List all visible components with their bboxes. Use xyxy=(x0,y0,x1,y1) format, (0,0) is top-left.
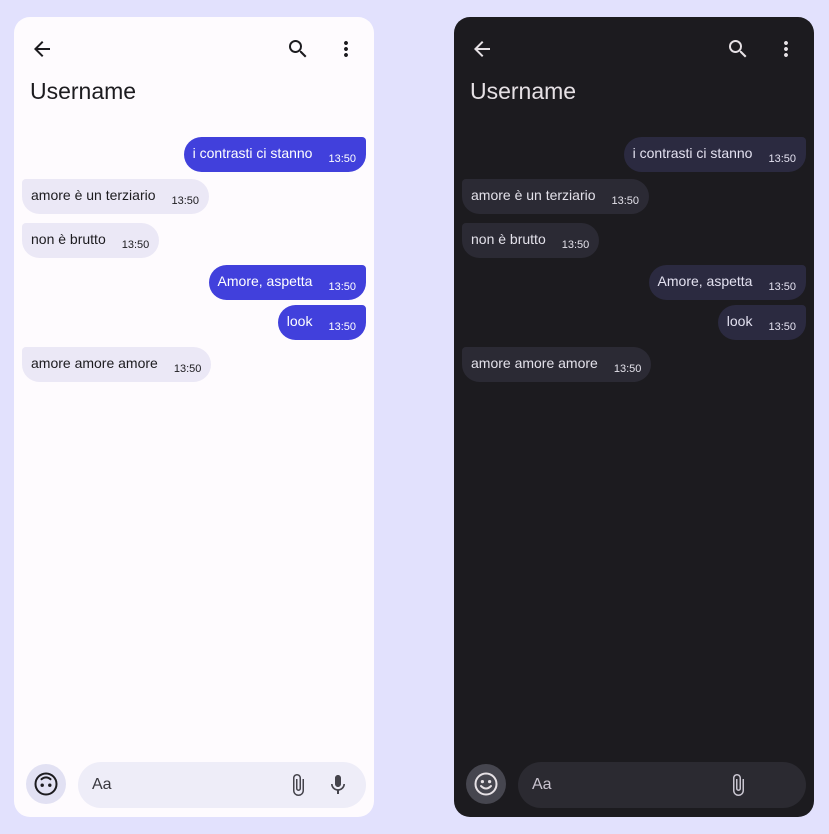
conversation-title: Username xyxy=(470,78,577,104)
message-time: 13:50 xyxy=(561,238,590,251)
message-text: Amore, aspetta xyxy=(217,272,313,289)
message-time: 13:50 xyxy=(171,194,200,207)
emoji-button[interactable] xyxy=(26,764,66,804)
message-bubble-outgoing[interactable]: look 13:50 xyxy=(277,305,366,340)
message-text: look xyxy=(726,312,753,329)
message-text: amore è un terziario xyxy=(31,186,156,203)
message-input[interactable] xyxy=(92,776,272,794)
message-time: 13:50 xyxy=(768,152,796,165)
message-time: 13:50 xyxy=(611,194,640,207)
message-bubble-incoming[interactable]: amore amore amore 13:50 xyxy=(22,347,212,382)
conversation-title: Username xyxy=(30,78,137,104)
message-bubble-outgoing[interactable]: i contrasti ci stanno 13:50 xyxy=(183,137,366,172)
back-button[interactable] xyxy=(26,33,58,65)
message-text: look xyxy=(286,312,313,329)
more-options-button[interactable] xyxy=(330,33,362,65)
message-text: amore è un terziario xyxy=(471,186,596,203)
attach-button[interactable] xyxy=(286,773,310,797)
message-time: 13:50 xyxy=(328,152,356,165)
emoji-icon xyxy=(474,772,498,796)
message-bubble-incoming[interactable]: non è brutto 13:50 xyxy=(462,223,600,258)
search-button[interactable] xyxy=(282,33,314,65)
attach-icon xyxy=(733,774,744,796)
message-text: i contrasti ci stanno xyxy=(192,144,313,161)
message-time: 13:50 xyxy=(613,362,642,375)
mic-button[interactable] xyxy=(326,773,350,797)
arrow-back-icon xyxy=(34,41,50,57)
attach-button[interactable] xyxy=(726,773,750,797)
message-text: i contrasti ci stanno xyxy=(632,144,753,161)
mic-icon xyxy=(331,775,345,794)
message-time: 13:50 xyxy=(328,280,356,293)
message-text: Amore, aspetta xyxy=(657,272,753,289)
search-button[interactable] xyxy=(722,33,754,65)
message-time: 13:50 xyxy=(121,238,150,251)
message-text: non è brutto xyxy=(31,230,106,247)
chat-screen-dark: Username i contrasti ci stanno 13:50 amo… xyxy=(454,17,814,817)
emoji-button[interactable] xyxy=(466,764,506,804)
arrow-back-icon xyxy=(474,41,490,57)
back-button[interactable] xyxy=(466,33,498,65)
message-bubble-outgoing[interactable]: look 13:50 xyxy=(717,305,806,340)
message-bubble-incoming[interactable]: amore amore amore 13:50 xyxy=(462,347,652,382)
message-text: non è brutto xyxy=(471,230,546,247)
emoji-icon xyxy=(34,772,58,796)
more-options-button[interactable] xyxy=(770,33,802,65)
message-bubble-incoming[interactable]: non è brutto 13:50 xyxy=(22,223,160,258)
message-bubble-outgoing[interactable]: Amore, aspetta 13:50 xyxy=(648,265,806,300)
message-input[interactable] xyxy=(532,776,712,794)
more-vert-icon xyxy=(784,41,788,57)
message-text: amore amore amore xyxy=(31,354,158,371)
search-icon xyxy=(289,40,307,58)
message-bubble-outgoing[interactable]: i contrasti ci stanno 13:50 xyxy=(623,137,806,172)
message-composer xyxy=(78,762,366,808)
search-icon xyxy=(729,40,747,58)
message-text: amore amore amore xyxy=(471,354,598,371)
message-time: 13:50 xyxy=(328,320,356,333)
message-composer xyxy=(518,762,806,808)
message-time: 13:50 xyxy=(173,362,202,375)
attach-icon xyxy=(293,774,304,796)
message-bubble-outgoing[interactable]: Amore, aspetta 13:50 xyxy=(208,265,366,300)
chat-screen-light: Username i contrasti ci stanno 13:50 amo… xyxy=(14,17,374,817)
message-bubble-incoming[interactable]: amore è un terziario 13:50 xyxy=(22,179,210,214)
message-time: 13:50 xyxy=(768,280,796,293)
more-vert-icon xyxy=(344,41,348,57)
message-time: 13:50 xyxy=(768,320,796,333)
message-bubble-incoming[interactable]: amore è un terziario 13:50 xyxy=(462,179,650,214)
